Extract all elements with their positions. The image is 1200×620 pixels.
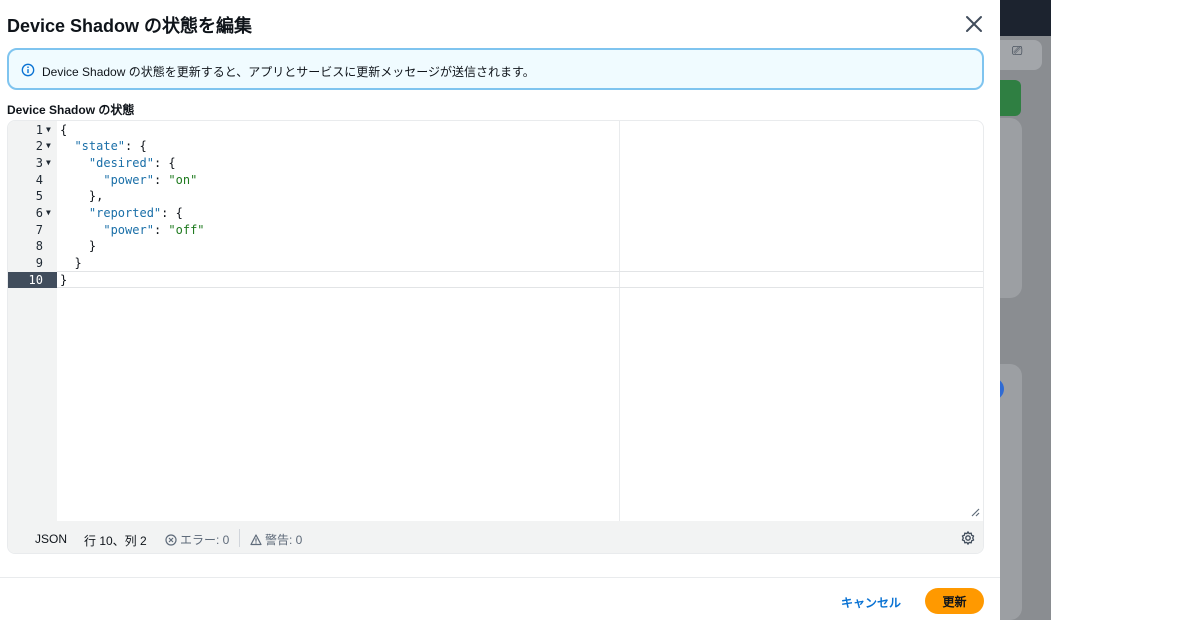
code-text: { (60, 122, 67, 139)
error-count-label: エラー: 0 (180, 533, 230, 547)
code-token: : { (153, 155, 176, 170)
editor-label: Device Shadow の状態 (7, 103, 135, 117)
line-number-label: 1 (35, 122, 43, 137)
close-icon (966, 16, 982, 32)
warning-count-label: 警告: 0 (265, 533, 303, 547)
cursor-position: 行 10、列 2 (84, 534, 147, 548)
info-alert-text: Device Shadow の状態を更新すると、アプリとサービスに更新メッセージ… (42, 65, 535, 79)
code-token: : { (125, 139, 147, 154)
code-token: "on" (168, 172, 198, 187)
code-line[interactable]: 4 "power": "on" (8, 172, 983, 189)
update-button[interactable]: 更新 (925, 588, 984, 614)
line-number: 2 ▼ (8, 138, 57, 155)
code-token: } (60, 239, 97, 254)
line-number-label: 3 (35, 155, 43, 170)
code-token: : (153, 222, 169, 237)
code-token: : (153, 172, 169, 187)
code-token: "power" (103, 222, 154, 237)
line-number: 6 ▼ (8, 205, 57, 222)
info-icon (21, 63, 35, 77)
screen-icon: ⎚ (1012, 44, 1023, 59)
code-line[interactable]: 9 } (8, 255, 983, 272)
line-number-label: 7 (35, 222, 43, 237)
code-token: { (60, 122, 68, 137)
line-number: 5 (8, 188, 57, 205)
code-token: "state" (74, 139, 126, 154)
language-label: JSON (35, 532, 68, 546)
code-text: "power": "off" (60, 222, 205, 239)
code-text: } (60, 238, 96, 255)
code-line[interactable]: 2 ▼ "state": { (8, 138, 983, 155)
code-token: "power" (103, 172, 154, 187)
code-line[interactable]: 5 }, (8, 188, 983, 205)
background-page: ⎚ (1000, 0, 1051, 620)
code-token: } (60, 272, 68, 287)
code-token: "desired" (88, 155, 154, 170)
code-text: "reported": { (60, 205, 183, 222)
code-line[interactable]: 8 } (8, 238, 983, 255)
line-number: 9 (8, 255, 57, 272)
line-number-label: 9 (35, 256, 43, 271)
error-count[interactable]: エラー: 0 (165, 531, 229, 548)
line-number-label: 8 (35, 239, 43, 254)
line-number: 10 (8, 271, 57, 289)
code-line[interactable]: 1 ▼{ (8, 122, 983, 139)
fold-toggle-icon[interactable]: ▼ (46, 138, 51, 155)
info-alert: Device Shadow の状態を更新すると、アプリとサービスに更新メッセージ… (7, 48, 984, 90)
gear-icon[interactable] (960, 530, 976, 546)
background-card (1000, 364, 1022, 620)
status-divider (239, 529, 240, 547)
fold-toggle-icon[interactable]: ▼ (46, 155, 51, 172)
code-text: "desired": { (60, 155, 176, 172)
background-topbar (1000, 0, 1051, 36)
code-token: "reported" (88, 206, 162, 220)
error-icon (165, 534, 177, 546)
code-text: "state": { (60, 138, 147, 155)
cancel-button[interactable]: キャンセル (832, 589, 910, 615)
code-text: }, (60, 188, 103, 205)
code-line[interactable]: 10} (8, 271, 983, 289)
warning-count[interactable]: 警告: 0 (250, 531, 302, 548)
line-number: 7 (8, 222, 57, 239)
code-token: }, (60, 189, 104, 204)
footer-divider (0, 577, 1000, 578)
code-token: "off" (168, 222, 205, 237)
code-line[interactable]: 3 ▼ "desired": { (8, 155, 983, 172)
code-line[interactable]: 6 ▼ "reported": { (8, 205, 983, 222)
code-token: : { (161, 206, 183, 220)
fold-toggle-icon[interactable]: ▼ (46, 205, 51, 222)
resize-handle-icon[interactable] (970, 507, 980, 517)
code-line[interactable]: 7 "power": "off" (8, 222, 983, 239)
background-card (1000, 118, 1022, 298)
warning-icon (250, 534, 262, 546)
line-number-label: 10 (28, 272, 43, 287)
close-button[interactable] (962, 12, 986, 36)
line-number: 3 ▼ (8, 155, 57, 172)
code-editor[interactable]: 1 ▼{2 ▼ "state": {3 ▼ "desired": {4 "power"… (7, 120, 984, 554)
code-token: } (60, 256, 82, 271)
code-text: } (60, 255, 82, 272)
code-text: "power": "on" (60, 172, 197, 189)
line-number-label: 2 (35, 139, 43, 154)
line-number-label: 4 (35, 172, 43, 187)
modal-title: Device Shadow の状態を編集 (7, 16, 253, 36)
line-number: 4 (8, 172, 57, 189)
line-number-label: 6 (35, 206, 43, 220)
code-text: } (60, 272, 67, 289)
line-number-label: 5 (35, 189, 43, 204)
background-button (1000, 80, 1021, 116)
line-number: 8 (8, 238, 57, 255)
fold-toggle-icon[interactable]: ▼ (46, 122, 51, 139)
edit-shadow-modal: Device Shadow の状態を編集 Device Shadow の状態を更… (0, 0, 1000, 620)
line-number: 1 ▼ (8, 122, 57, 139)
editor-status-bar: JSON 行 10、列 2 エラー: 0 警告: 0 (8, 521, 983, 553)
